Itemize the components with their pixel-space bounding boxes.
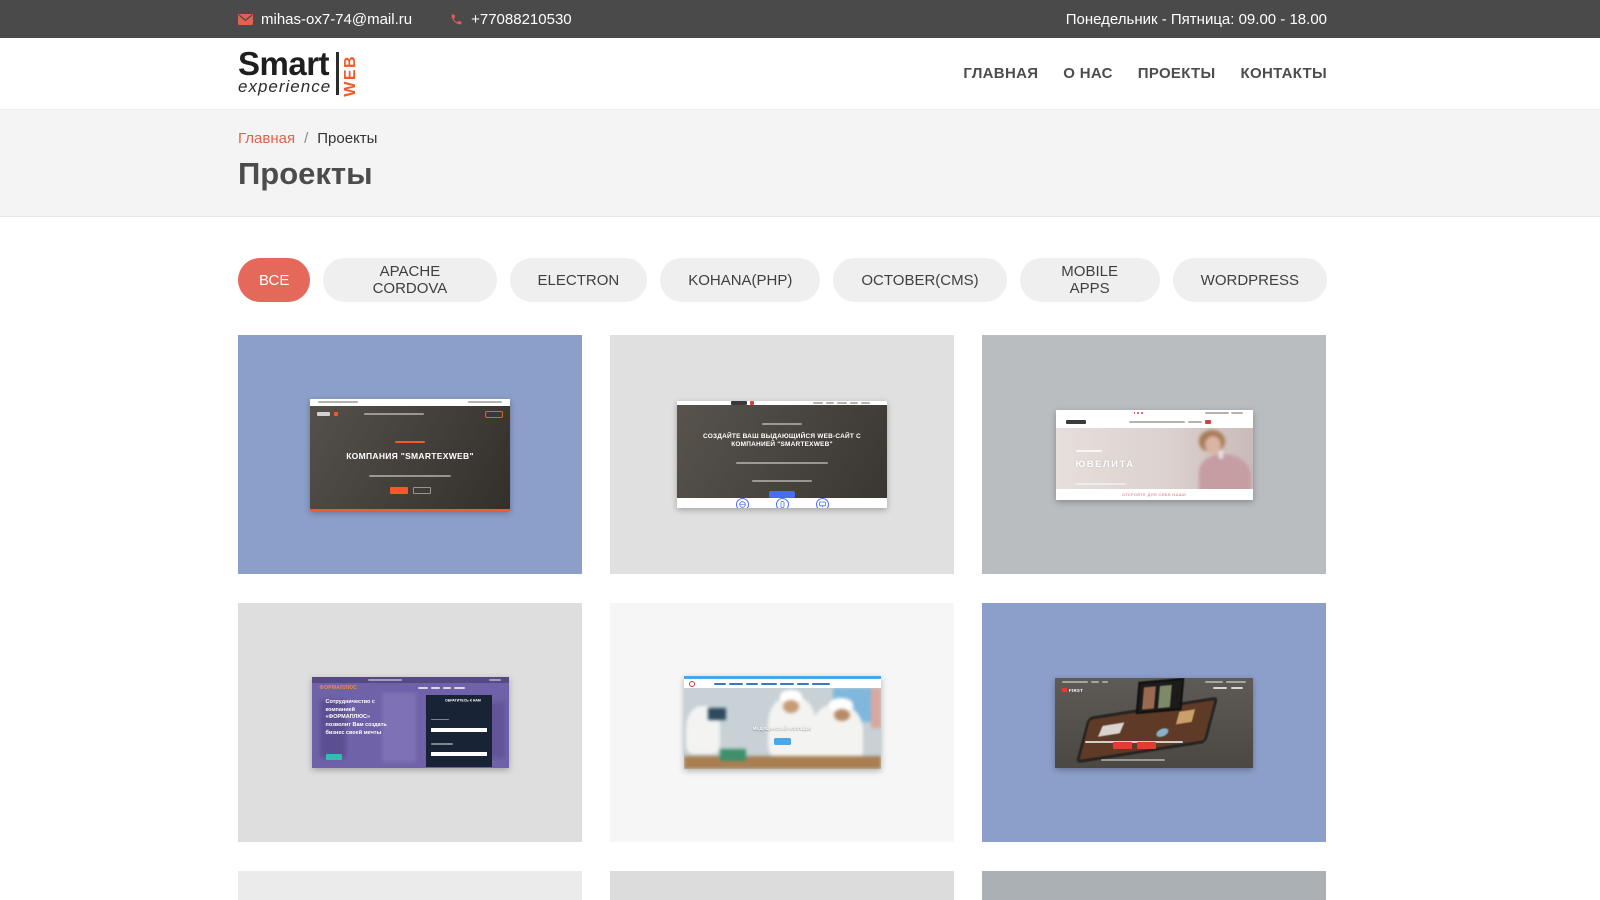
project-card-medical-college[interactable]: МЕДИЦИНСКИЙ КОЛЛЕДЖ xyxy=(610,603,954,842)
filter-apache-cordova[interactable]: APACHE CORDOVA xyxy=(323,258,496,302)
project-filters: ВСЕ APACHE CORDOVA ELECTRON KOHANA(PHP) … xyxy=(238,258,1327,302)
thumb-headline: СОЗДАЙТЕ ВАШ ВЫДАЮЩИЙСЯ WEB-САЙТ С КОМПА… xyxy=(702,433,862,449)
project-card-smartexweb-dark[interactable]: КОМПАНИЯ "SMARTEXWEB" xyxy=(238,335,582,574)
logo-web: WEB xyxy=(342,50,360,97)
main-nav: ГЛАВНАЯ О НАС ПРОЕКТЫ КОНТАКТЫ xyxy=(963,65,1327,82)
monitor-icon xyxy=(816,498,829,508)
project-card-juvelita[interactable]: ЮВЕЛИТА ОТКРОЙТЕ ДЛЯ СЕБЯ НАШИ xyxy=(982,335,1326,574)
project-card-partial-7[interactable] xyxy=(238,871,582,900)
filter-electron[interactable]: ELECTRON xyxy=(510,258,648,302)
logo[interactable]: Smart experience WEB xyxy=(238,50,360,97)
screen-photo xyxy=(1136,678,1185,714)
breadcrumb: Главная / Проекты xyxy=(238,130,1327,147)
thumb-headline: КОМПАНИЯ "SMARTEXWEB" xyxy=(310,451,510,461)
logo-text: Smart experience xyxy=(238,50,331,97)
first-logo: FIRST xyxy=(1062,686,1094,695)
topbar: mihas-ox7-74@mail.ru +77088210530 Понеде… xyxy=(0,0,1600,38)
projects-grid: КОМПАНИЯ "SMARTEXWEB" xyxy=(238,335,1327,900)
contact-form-preview: ОБРАТИТЕСЬ К НАМ xyxy=(426,695,492,767)
project-thumbnail: КОМПАНИЯ "SMARTEXWEB" xyxy=(310,399,510,511)
project-thumbnail: ФОРМАПЛЮС Сотрудничество с компанией «ФО… xyxy=(312,677,509,768)
thumb-headline: ЮВЕЛИТА xyxy=(1076,459,1135,470)
page-title: Проекты xyxy=(238,156,1327,192)
thumb-caption: ОТКРОЙТЕ ДЛЯ СЕБЯ НАШИ xyxy=(1122,492,1186,497)
form-title: ОБРАТИТЕСЬ К НАМ xyxy=(445,699,473,703)
breadcrumb-current: Проекты xyxy=(317,130,377,147)
phone-icon xyxy=(450,13,463,26)
model-photo xyxy=(1158,428,1253,489)
project-thumbnail: FIRST xyxy=(1055,678,1253,768)
topbar-phone-link[interactable]: +77088210530 xyxy=(450,11,572,28)
project-card-partial-9[interactable] xyxy=(982,871,1326,900)
project-thumbnail: ЮВЕЛИТА ОТКРОЙТЕ ДЛЯ СЕБЯ НАШИ xyxy=(1056,410,1253,500)
logo-divider xyxy=(336,52,339,95)
topbar-email-link[interactable]: mihas-ox7-74@mail.ru xyxy=(238,11,412,28)
filter-all[interactable]: ВСЕ xyxy=(238,258,310,302)
thumb-headline: МЕДИЦИНСКИЙ КОЛЛЕДЖ xyxy=(753,726,811,731)
formaplus-logo: ФОРМАПЛЮС xyxy=(320,685,358,691)
nav-item-projects[interactable]: ПРОЕКТЫ xyxy=(1138,65,1216,82)
breadcrumb-home[interactable]: Главная xyxy=(238,130,295,147)
working-hours: Понедельник - Пятница: 09.00 - 18.00 xyxy=(1066,11,1327,28)
project-card-first[interactable]: FIRST xyxy=(982,603,1326,842)
nav-item-about[interactable]: О НАС xyxy=(1063,65,1112,82)
nav-item-contacts[interactable]: КОНТАКТЫ xyxy=(1241,65,1327,82)
nav-item-home[interactable]: ГЛАВНАЯ xyxy=(963,65,1038,82)
college-logo xyxy=(689,681,695,687)
filter-october-cms[interactable]: OCTOBER(CMS) xyxy=(833,258,1006,302)
filter-mobile-apps[interactable]: MOBILE APPS xyxy=(1020,258,1160,302)
project-thumbnail: СОЗДАЙТЕ ВАШ ВЫДАЮЩИЙСЯ WEB-САЙТ С КОМПА… xyxy=(677,401,887,508)
filter-kohana-php[interactable]: KOHANA(PHP) xyxy=(660,258,820,302)
project-card-formaplus[interactable]: ФОРМАПЛЮС Сотрудничество с компанией «ФО… xyxy=(238,603,582,842)
filter-wordpress[interactable]: WORDPRESS xyxy=(1173,258,1327,302)
page-heading-band: Главная / Проекты Проекты xyxy=(0,110,1600,217)
topbar-email: mihas-ox7-74@mail.ru xyxy=(261,11,412,28)
topbar-phone: +77088210530 xyxy=(471,11,572,28)
breadcrumb-separator: / xyxy=(304,130,308,147)
globe-icon xyxy=(736,498,749,508)
project-card-smartexweb-light[interactable]: СОЗДАЙТЕ ВАШ ВЫДАЮЩИЙСЯ WEB-САЙТ С КОМПА… xyxy=(610,335,954,574)
logo-smart: Smart xyxy=(238,50,331,78)
project-thumbnail: МЕДИЦИНСКИЙ КОЛЛЕДЖ xyxy=(684,676,881,769)
email-icon xyxy=(238,14,253,25)
logo-experience: experience xyxy=(238,78,331,97)
mobile-icon xyxy=(776,498,789,508)
thumb-headline: Сотрудничество с компанией «ФОРМАПЛЮС» п… xyxy=(326,699,390,737)
site-header: Smart experience WEB ГЛАВНАЯ О НАС ПРОЕК… xyxy=(0,38,1600,110)
project-card-partial-8[interactable] xyxy=(610,871,954,900)
